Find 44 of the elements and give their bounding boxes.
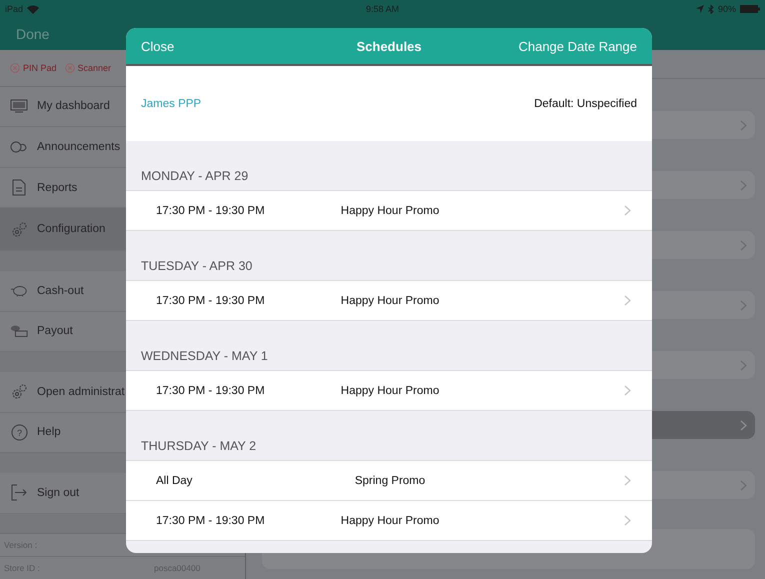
default-schedule-label: Default: Unspecified — [534, 98, 637, 110]
chevron-icon — [740, 300, 747, 310]
chevron-icon — [740, 180, 747, 190]
chevron-icon — [740, 480, 747, 490]
dialog-title: Schedules — [356, 38, 422, 54]
device-name: iPad — [5, 4, 24, 14]
chevron-icon — [624, 205, 631, 216]
change-date-range-button[interactable]: Change Date Range — [518, 38, 637, 54]
done-button[interactable]: Done — [16, 26, 50, 42]
close-button[interactable]: Close — [141, 38, 174, 54]
clock-time: 9:58 AM — [366, 4, 400, 14]
device-status-label: PIN Pad — [23, 62, 57, 73]
monitor-icon — [10, 99, 28, 114]
schedule-row[interactable]: 17:30 PM - 19:30 PM Happy Hour Promo — [126, 281, 652, 321]
document-icon — [12, 179, 26, 196]
schedule-row[interactable]: 17:30 PM - 19:30 PM Happy Hour Promo — [126, 371, 652, 411]
gears-icon — [10, 383, 28, 400]
chevron-icon — [740, 360, 747, 370]
chevron-icon — [740, 420, 747, 430]
wifi-icon — [27, 4, 40, 14]
battery-percent: 90% — [718, 4, 736, 14]
schedule-row[interactable]: 17:30 PM - 19:30 PM Happy Hour Promo — [126, 191, 652, 231]
chevron-icon — [624, 515, 631, 526]
location-arrow-icon — [696, 5, 704, 13]
chevron-icon — [624, 295, 631, 306]
help-icon: ? — [10, 424, 28, 441]
bluetooth-icon — [708, 4, 714, 14]
schedule-row[interactable]: All Day Spring Promo — [126, 461, 652, 501]
error-circle-icon — [64, 62, 75, 73]
schedule-row[interactable]: 17:30 PM - 19:30 PM Happy Hour Promo — [126, 501, 652, 541]
sign-out-icon — [10, 484, 28, 502]
error-circle-icon — [10, 62, 20, 73]
battery-icon — [740, 5, 760, 13]
day-header: TUESDAY - APR 30 — [141, 259, 252, 273]
chevron-icon — [740, 240, 747, 250]
employee-name: James PPP — [141, 98, 202, 110]
piggy-bank-icon — [10, 284, 28, 298]
speech-bubble-icon — [10, 140, 28, 154]
gears-icon — [10, 220, 28, 238]
device-status-label: Scanner — [78, 62, 112, 73]
chevron-icon — [740, 120, 747, 130]
chevron-icon — [624, 475, 631, 486]
money-stack-icon — [10, 324, 28, 339]
chevron-icon — [624, 385, 631, 396]
